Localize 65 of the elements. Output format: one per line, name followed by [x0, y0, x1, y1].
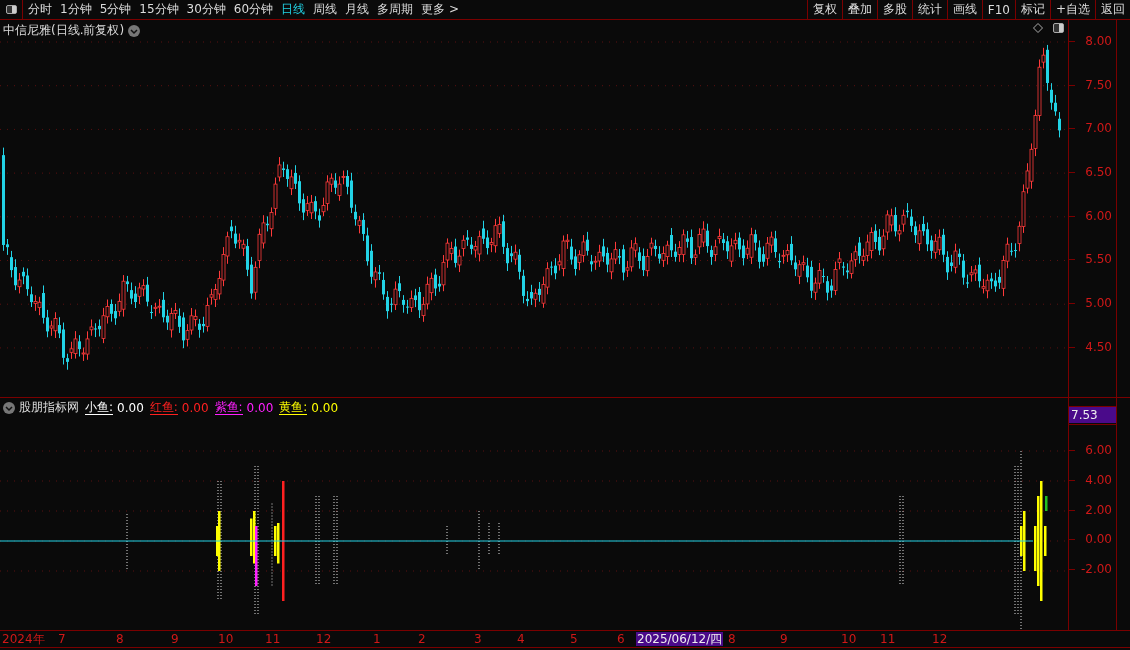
date-label: 11: [265, 632, 281, 646]
axis-label: -2.00: [1080, 561, 1112, 577]
dotted-signal-line: [446, 525, 448, 557]
period-tab[interactable]: 更多 >: [421, 1, 459, 18]
collapse-caret-icon[interactable]: [3, 401, 15, 414]
period-tab[interactable]: 周线: [313, 1, 338, 18]
date-label: 8: [728, 632, 736, 646]
axis-label: 7.50: [1085, 76, 1112, 93]
period-tab[interactable]: 30分钟: [186, 1, 226, 18]
panel-toggle-icon[interactable]: [5, 5, 17, 14]
legend-value: 0.00: [246, 400, 274, 415]
period-tab[interactable]: 多周期: [377, 1, 414, 18]
date-label: 7: [58, 632, 66, 646]
date-label: 4: [517, 632, 525, 646]
date-label: 8: [116, 632, 124, 646]
axis-label: 6.00: [1085, 207, 1112, 224]
date-label: 3: [474, 632, 482, 646]
date-label: 2025/06/12/四: [636, 632, 724, 646]
axis-label: 5.00: [1085, 295, 1112, 312]
legend-label: 小鱼:: [85, 400, 114, 415]
dotted-signal-line: [488, 522, 490, 557]
legend-value: 0.00: [311, 400, 339, 415]
dropdown-caret-icon[interactable]: [128, 24, 141, 37]
dotted-signal-line: [126, 513, 128, 572]
axis-label: 4.00: [1085, 471, 1112, 488]
date-label: 11: [880, 632, 896, 646]
axis-label: 5.50: [1085, 251, 1112, 268]
legend-value: 0.00: [181, 400, 209, 415]
axis-label: 6.00: [1085, 442, 1112, 458]
date-label: 10: [218, 632, 234, 646]
date-label: 1: [373, 632, 381, 646]
period-tab[interactable]: 日线: [281, 1, 306, 18]
date-label: 2024年: [2, 632, 45, 646]
axis-label: 7.00: [1085, 120, 1112, 137]
panel-toggle-icon[interactable]: [1053, 23, 1064, 33]
indicator-name: 股朋指标网: [19, 399, 79, 416]
current-value-label: 7.53: [1069, 407, 1116, 423]
date-label: 10: [841, 632, 857, 646]
date-label: 2: [418, 632, 426, 646]
date-label: 9: [780, 632, 788, 646]
date-label: 6: [617, 632, 625, 646]
dotted-signal-line: [498, 522, 500, 557]
period-tab[interactable]: 60分钟: [233, 1, 274, 18]
legend-label: 黄鱼:: [279, 400, 308, 415]
date-label: 12: [316, 632, 332, 646]
axis-label: 2.00: [1085, 501, 1112, 518]
signal-bar: [1045, 496, 1048, 511]
date-label: 12: [932, 632, 948, 646]
axis-label: 0.00: [1085, 531, 1112, 548]
legend-label: 紫鱼:: [214, 400, 243, 415]
date-label: 5: [570, 632, 578, 646]
stock-title: 中信尼雅(日线.前复权): [3, 22, 125, 39]
period-tab[interactable]: 1分钟: [60, 1, 92, 18]
date-label: 9: [171, 632, 179, 646]
legend-value: 0.00: [117, 400, 144, 415]
diamond-icon[interactable]: [1033, 23, 1043, 33]
dotted-signal-line: [478, 510, 480, 572]
period-tab[interactable]: 月线: [345, 1, 370, 18]
period-tab[interactable]: 5分钟: [99, 1, 132, 18]
axis-label: 6.50: [1085, 164, 1112, 181]
legend-label: 红鱼:: [149, 400, 178, 415]
period-tab[interactable]: 分时: [28, 1, 52, 18]
axis-label: 4.50: [1085, 338, 1112, 355]
period-tab[interactable]: 15分钟: [139, 1, 179, 18]
axis-label: 8.00: [1085, 33, 1112, 49]
